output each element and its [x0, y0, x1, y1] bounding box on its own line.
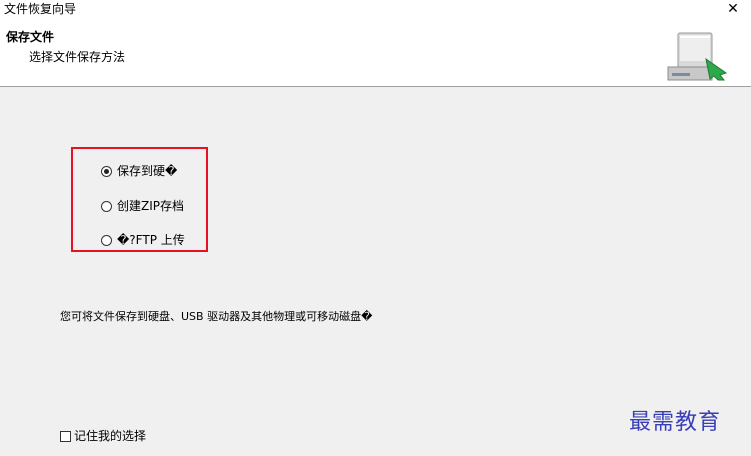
option-description: 您可将文件保存到硬盘、USB 驱动器及其他物理或可移动磁盘�: [60, 310, 373, 323]
watermark: 最需教育: [629, 410, 722, 435]
option-save-to-disk[interactable]: 保存到硬�: [101, 163, 177, 179]
remember-label: 记住我的选择: [74, 428, 147, 443]
option-label: 保存到硬�: [117, 163, 178, 178]
option-label: 创建ZIP存档: [117, 198, 184, 213]
page-subtitle: 选择文件保存方法: [29, 50, 126, 64]
close-icon: ✕: [727, 1, 739, 17]
radio-button[interactable]: [101, 234, 112, 246]
window-title: 文件恢复向导: [4, 2, 77, 16]
remember-choice[interactable]: 记住我的选择: [60, 428, 146, 444]
wizard-header: 保存文件 选择文件保存方法: [0, 19, 751, 87]
radio-button[interactable]: [101, 165, 112, 177]
option-ftp-upload[interactable]: �?FTP 上传: [101, 232, 185, 248]
option-label: �?FTP 上传: [117, 232, 185, 247]
radio-button[interactable]: [101, 200, 112, 212]
hard-drive-icon: [667, 32, 728, 81]
close-button[interactable]: ✕: [723, 0, 743, 19]
page-title: 保存文件: [6, 30, 55, 44]
title-bar: 文件恢复向导 ✕: [0, 0, 751, 19]
option-create-zip[interactable]: 创建ZIP存档: [101, 198, 184, 214]
remember-checkbox[interactable]: [60, 430, 71, 442]
